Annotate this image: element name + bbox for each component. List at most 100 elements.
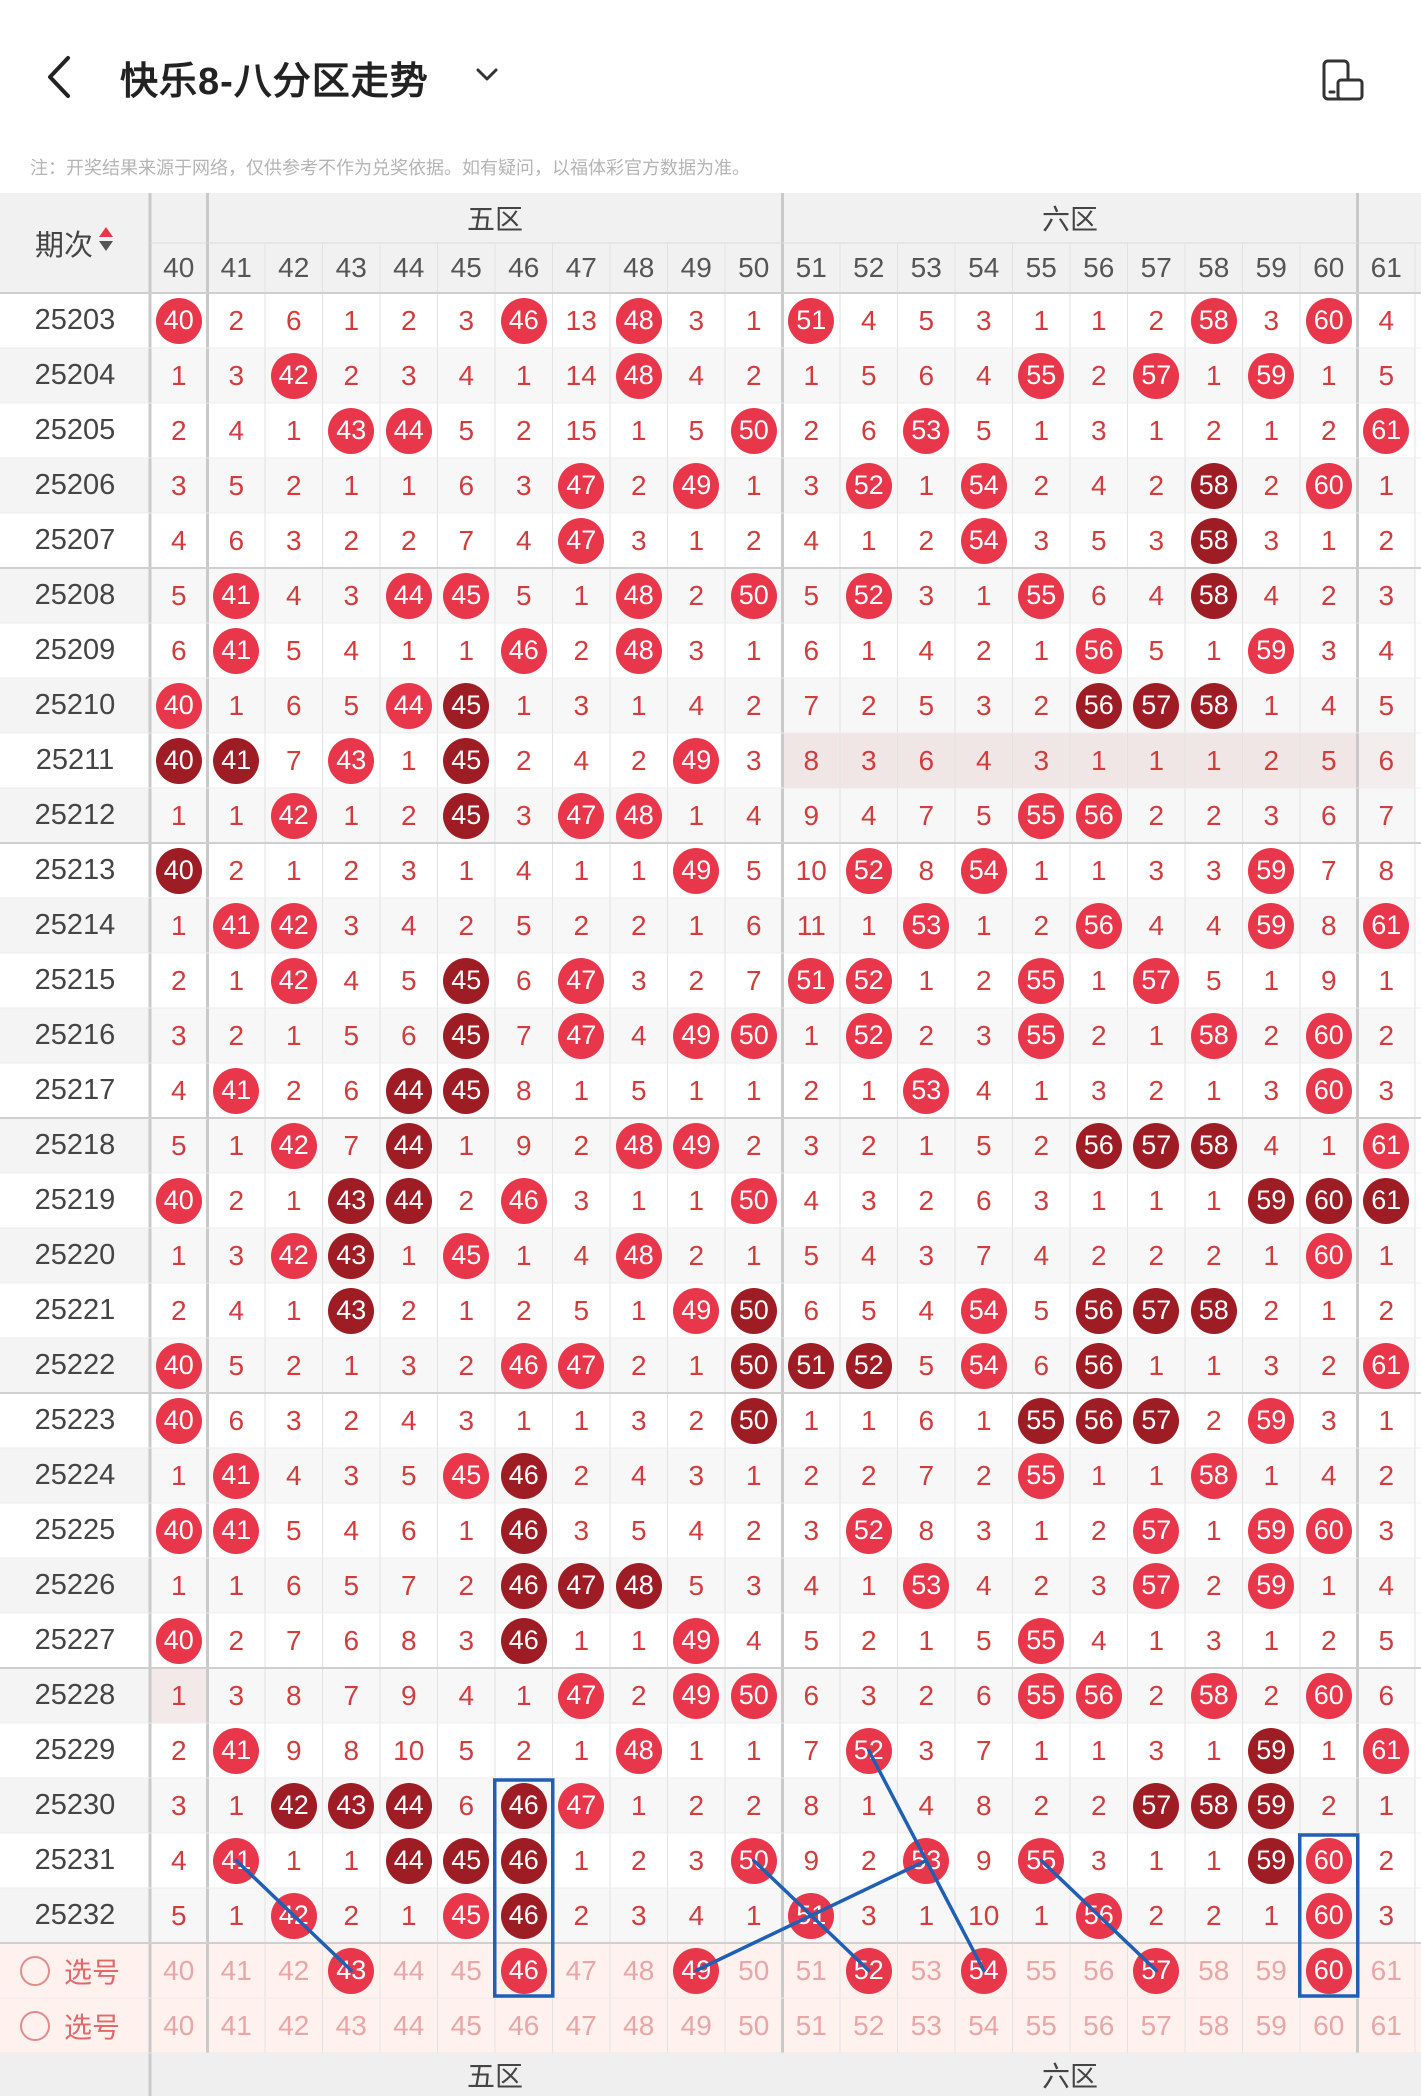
- select-number[interactable]: 47: [553, 1943, 611, 1998]
- sort-icon: [97, 224, 115, 262]
- table-cell: 8: [783, 733, 841, 788]
- select-number[interactable]: 54: [955, 1998, 1013, 2053]
- select-row-toggle[interactable]: 选号: [0, 1943, 150, 1998]
- period-label: 25213: [34, 854, 116, 886]
- select-number[interactable]: 59: [1243, 1998, 1301, 2053]
- miss-count: 6: [343, 1624, 360, 1656]
- miss-count: 7: [400, 1569, 417, 1601]
- miss-count: 4: [400, 909, 417, 941]
- select-number[interactable]: 56: [1070, 1943, 1128, 1998]
- select-number[interactable]: 60: [1300, 1943, 1358, 1998]
- miss-count: 5: [630, 1514, 647, 1546]
- select-number[interactable]: 46: [495, 1998, 553, 2053]
- period-label: 25218: [34, 1129, 116, 1161]
- select-number[interactable]: 51: [783, 1998, 841, 2053]
- select-number[interactable]: 41: [208, 1943, 266, 1998]
- table-cell: 61: [1358, 1173, 1416, 1228]
- select-number[interactable]: 48: [610, 1943, 668, 1998]
- miss-count: 1: [1033, 1074, 1050, 1106]
- select-number[interactable]: 61: [1358, 1943, 1416, 1998]
- select-number[interactable]: 43: [323, 1943, 381, 1998]
- miss-count: 1: [745, 1239, 762, 1271]
- select-number[interactable]: 43: [323, 1998, 381, 2053]
- table-cell: 1: [323, 1833, 381, 1888]
- page-title[interactable]: 快乐8-八分区走势: [120, 50, 429, 105]
- miss-count: 2: [1090, 359, 1107, 391]
- table-cell: 45: [438, 733, 496, 788]
- table-cell: 47: [553, 1558, 611, 1613]
- select-number[interactable]: 61: [1358, 1998, 1416, 2053]
- period-label: 25231: [34, 1844, 116, 1876]
- select-number[interactable]: 58: [1185, 1943, 1243, 1998]
- table-cell: 1: [1300, 513, 1358, 568]
- miss-count: 6: [803, 1679, 820, 1711]
- select-number[interactable]: 49: [668, 1943, 726, 1998]
- drawn-number-ball: 54: [960, 1342, 1007, 1389]
- radio-button[interactable]: [20, 2010, 50, 2041]
- miss-count: 4: [803, 1184, 820, 1216]
- select-number[interactable]: 55: [1013, 1998, 1071, 2053]
- table-cell: 54: [955, 1283, 1013, 1338]
- table-cell: 3: [1128, 1723, 1186, 1778]
- select-number[interactable]: 52: [840, 1943, 898, 1998]
- select-number[interactable]: 44: [380, 1943, 438, 1998]
- miss-count: 4: [688, 1899, 705, 1931]
- table-cell: 1: [898, 1118, 956, 1173]
- table-cell: 1: [783, 1393, 841, 1448]
- table-cell: 44: [380, 1833, 438, 1888]
- select-number[interactable]: 46: [495, 1943, 553, 1998]
- miss-count: 1: [1033, 304, 1050, 336]
- table-cell: 5: [668, 403, 726, 458]
- select-number[interactable]: 48: [610, 1998, 668, 2053]
- select-number[interactable]: 45: [438, 1998, 496, 2053]
- drawn-number-ball: 56: [1075, 627, 1122, 674]
- table-cell: 7: [898, 788, 956, 843]
- period-header[interactable]: 期次: [0, 193, 150, 293]
- miss-count: 1: [1205, 744, 1222, 776]
- select-number[interactable]: 41: [208, 1998, 266, 2053]
- select-number[interactable]: 60: [1300, 1998, 1358, 2053]
- miss-count: 4: [1320, 689, 1337, 721]
- select-number[interactable]: 45: [438, 1943, 496, 1998]
- miss-count: 9: [285, 1734, 302, 1766]
- select-number[interactable]: 50: [725, 1998, 783, 2053]
- miss-count: 1: [1378, 1789, 1395, 1821]
- table-cell: 2: [783, 403, 841, 458]
- miss-count: 1: [1320, 1129, 1337, 1161]
- miss-count: 1: [343, 1349, 360, 1381]
- select-number[interactable]: 51: [783, 1943, 841, 1998]
- select-number[interactable]: 49: [668, 1998, 726, 2053]
- table-cell: 1: [725, 623, 783, 678]
- select-number[interactable]: 57: [1128, 1943, 1186, 1998]
- select-number[interactable]: 50: [725, 1943, 783, 1998]
- select-number[interactable]: 40: [150, 1998, 208, 2053]
- radio-button[interactable]: [20, 1955, 50, 1986]
- miss-count: 1: [860, 1569, 877, 1601]
- select-row-toggle[interactable]: 选号: [0, 1998, 150, 2053]
- select-number[interactable]: 42: [265, 1943, 323, 1998]
- back-button[interactable]: [40, 52, 80, 102]
- drawn-number-ball: 60: [1305, 1892, 1352, 1939]
- select-number[interactable]: 40: [150, 1943, 208, 1998]
- table-cell: 3: [668, 623, 726, 678]
- miss-count: 5: [285, 1514, 302, 1546]
- miss-count: 2: [1205, 1569, 1222, 1601]
- screen-rotate-button[interactable]: [1320, 58, 1366, 102]
- miss-count: 2: [1148, 799, 1165, 831]
- select-number[interactable]: 52: [840, 1998, 898, 2053]
- select-number[interactable]: 55: [1013, 1943, 1071, 1998]
- title-dropdown-button[interactable]: [472, 62, 502, 88]
- select-number[interactable]: 53: [898, 1943, 956, 1998]
- select-number[interactable]: 44: [380, 1998, 438, 2053]
- select-number[interactable]: 53: [898, 1998, 956, 2053]
- select-number[interactable]: 42: [265, 1998, 323, 2053]
- select-number[interactable]: 54: [955, 1943, 1013, 1998]
- table-cell: 43: [323, 403, 381, 458]
- table-cell: 3: [323, 1448, 381, 1503]
- select-number[interactable]: 56: [1070, 1998, 1128, 2053]
- select-number[interactable]: 59: [1243, 1943, 1301, 1998]
- table-cell: 1: [955, 568, 1013, 623]
- select-number[interactable]: 57: [1128, 1998, 1186, 2053]
- select-number[interactable]: 58: [1185, 1998, 1243, 2053]
- select-number[interactable]: 47: [553, 1998, 611, 2053]
